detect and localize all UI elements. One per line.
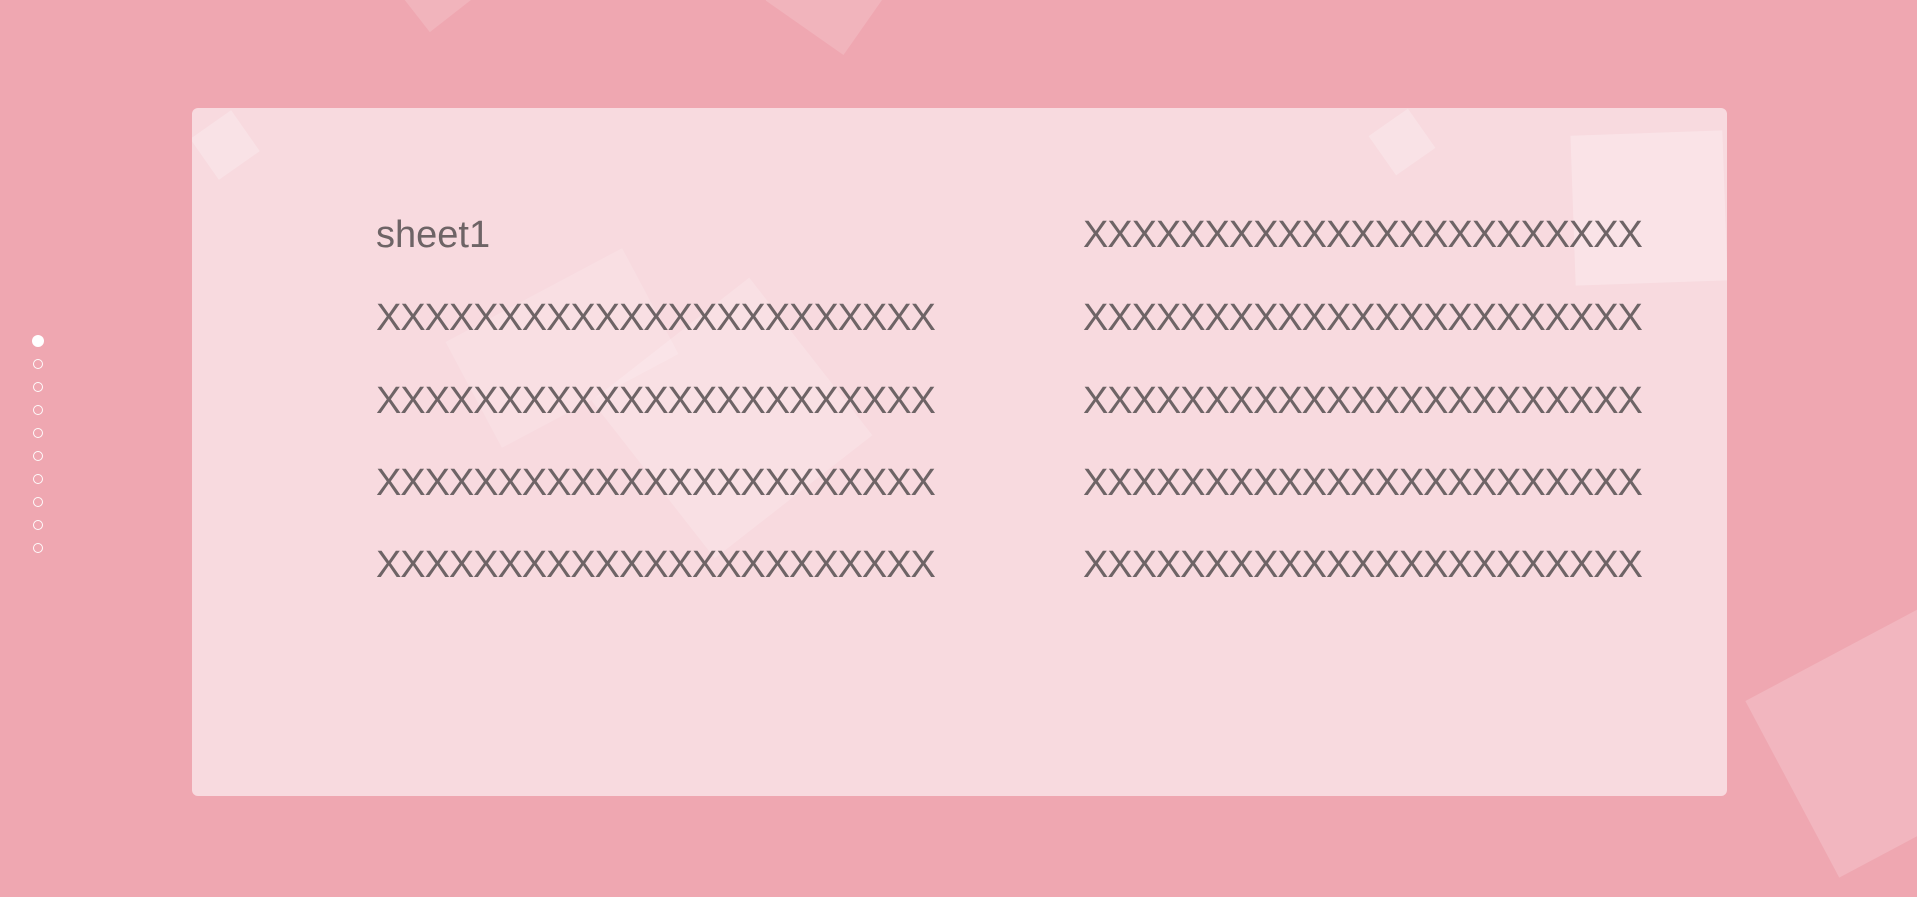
slide-dot-9[interactable] (33, 520, 43, 530)
card-decoration (1570, 130, 1727, 286)
card-decoration (192, 110, 260, 180)
left-text-line: XXXXXXXXXXXXXXXXXXXXXXX (376, 380, 936, 422)
slide-dot-8[interactable] (33, 497, 43, 507)
card-decoration (1368, 108, 1436, 176)
left-text-line: XXXXXXXXXXXXXXXXXXXXXXX (376, 544, 936, 586)
right-text-line: XXXXXXXXXXXXXXXXXXXXXXX (1083, 297, 1643, 339)
right-text-line: XXXXXXXXXXXXXXXXXXXXXXX (1083, 214, 1643, 256)
background-decoration (392, 0, 478, 33)
left-text-line: XXXXXXXXXXXXXXXXXXXXXXX (376, 462, 936, 504)
slide-dot-10[interactable] (33, 543, 43, 553)
slide-dot-7[interactable] (33, 474, 43, 484)
slide-dot-2[interactable] (33, 359, 43, 369)
slide-dot-4[interactable] (33, 405, 43, 415)
sheet-title: sheet1 (376, 214, 491, 256)
slide-dot-5[interactable] (33, 428, 43, 438)
left-text-line: XXXXXXXXXXXXXXXXXXXXXXX (376, 297, 936, 339)
right-text-line: XXXXXXXXXXXXXXXXXXXXXXX (1083, 462, 1643, 504)
content-card: sheet1 XXXXXXXXXXXXXXXXXXXXXXX XXXXXXXXX… (192, 108, 1727, 796)
slide-dot-1[interactable] (32, 335, 44, 347)
slide-dot-6[interactable] (33, 451, 43, 461)
right-text-line: XXXXXXXXXXXXXXXXXXXXXXX (1083, 380, 1643, 422)
background-decoration (765, 0, 890, 56)
background-decoration (1745, 602, 1917, 878)
right-text-line: XXXXXXXXXXXXXXXXXXXXXXX (1083, 544, 1643, 586)
slide-pagination (32, 335, 45, 566)
slide-dot-3[interactable] (33, 382, 43, 392)
